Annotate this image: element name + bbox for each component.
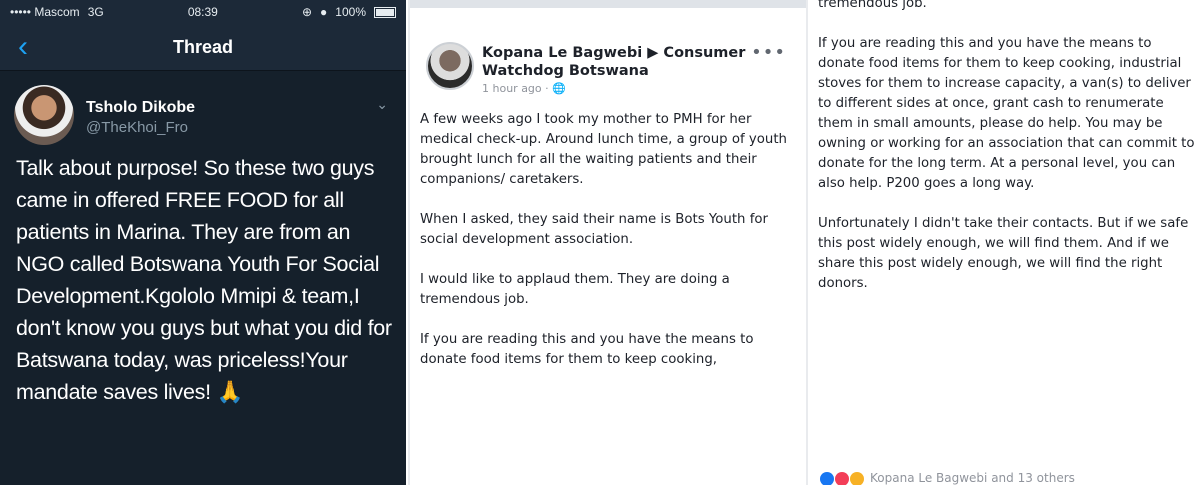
status-bar: ••••• Mascom 3G 08:39 ⊕ ● 100% — [0, 0, 406, 24]
love-reaction-icon — [835, 472, 849, 485]
post-paragraph: When I asked, they said their name is Bo… — [420, 212, 768, 247]
post-body-continued: tremendous job. If you are reading this … — [818, 0, 1198, 314]
thread-nav-bar: ‹ Thread — [0, 24, 406, 71]
post-paragraph: If you are reading this and you have the… — [818, 36, 1195, 191]
post-paragraph: If you are reading this and you have the… — [420, 332, 754, 367]
battery-icon — [374, 6, 396, 18]
battery-percent: 100% — [335, 5, 366, 19]
post-author[interactable]: Kopana Le Bagwebi ▶ Consumer Watchdog Bo… — [482, 44, 752, 80]
post-paragraph: A few weeks ago I took my mother to PMH … — [420, 112, 787, 187]
twitter-thread-screenshot: ••••• Mascom 3G 08:39 ⊕ ● 100% ‹ Thread … — [0, 0, 406, 485]
tweet-text: Talk about purpose! So these two guys ca… — [16, 156, 392, 404]
network-label: 3G — [87, 5, 104, 19]
haha-reaction-icon — [850, 472, 864, 485]
page-title: Thread — [172, 36, 233, 57]
post-body: A few weeks ago I took my mother to PMH … — [420, 110, 800, 390]
tweet-header: Tsholo Dikobe @TheKhoi_Fro ⌄ — [0, 71, 406, 151]
avatar[interactable] — [14, 85, 74, 145]
post-paragraph: tremendous job. — [818, 0, 927, 11]
like-reaction-icon — [820, 472, 834, 485]
tweet-author-handle[interactable]: @TheKhoi_Fro — [86, 119, 188, 136]
facebook-post-screenshot: Kopana Le Bagwebi ▶ Consumer Watchdog Bo… — [408, 0, 806, 485]
reactions-bar[interactable] — [820, 472, 864, 485]
avatar[interactable] — [426, 42, 474, 90]
location-icon: ⊕ — [301, 5, 313, 19]
alarm-icon: ● — [320, 5, 328, 19]
carrier-label: ••••• Mascom — [10, 5, 80, 19]
post-paragraph: Unfortunately I didn't take their contac… — [818, 216, 1189, 291]
chevron-left-icon[interactable]: ‹ — [18, 30, 28, 64]
top-divider — [410, 0, 806, 8]
post-timestamp[interactable]: 1 hour ago · 🌐 — [482, 82, 566, 95]
reactions-count[interactable]: Kopana Le Bagwebi and 13 others — [870, 471, 1075, 485]
post-paragraph: I would like to applaud them. They are d… — [420, 272, 730, 307]
more-options-icon[interactable]: ••• — [751, 42, 786, 63]
chevron-down-icon[interactable]: ⌄ — [376, 97, 388, 113]
facebook-post-continued-screenshot: tremendous job. If you are reading this … — [806, 0, 1202, 485]
clock-label: 08:39 — [187, 5, 218, 19]
tweet-author-name[interactable]: Tsholo Dikobe — [86, 99, 195, 117]
